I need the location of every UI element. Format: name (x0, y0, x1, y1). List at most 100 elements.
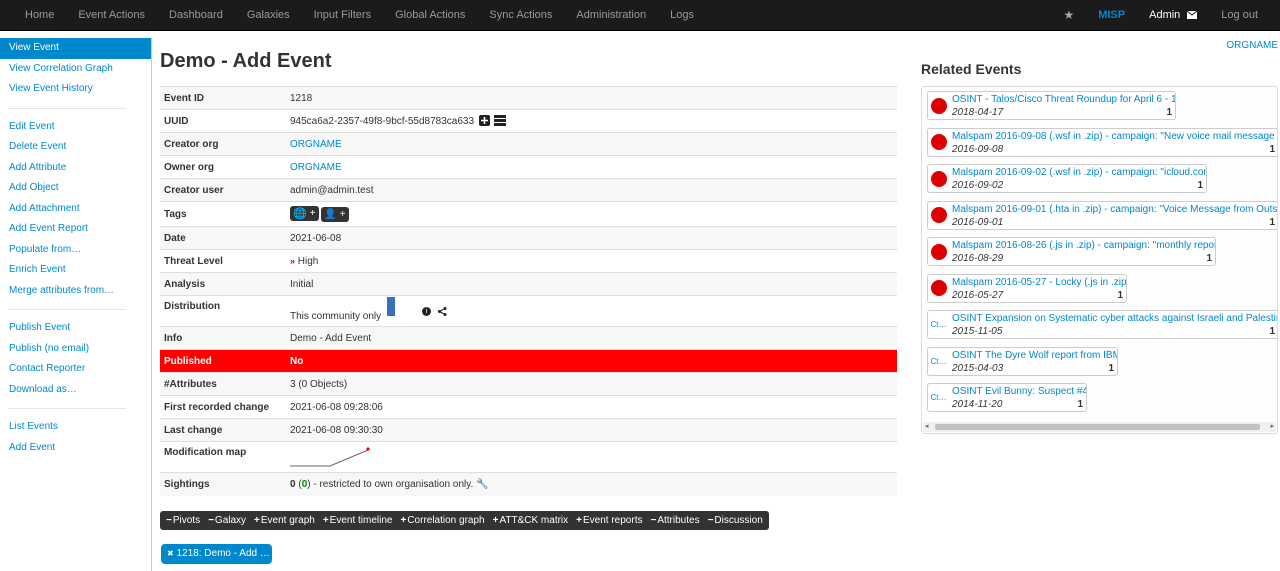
related-event-count: 1 (1077, 399, 1083, 410)
row-analysis: Analysis Initial (160, 272, 897, 296)
related-event-count: 1 (1117, 289, 1123, 301)
misp-brand-link[interactable]: MISP (1086, 9, 1137, 21)
user-menu[interactable]: Admin (1137, 9, 1209, 21)
related-event-title[interactable]: Malspam 2016-09-01 (.hta in .zip) - camp… (952, 203, 1277, 216)
toggle-sign: + (322, 515, 329, 526)
related-event-date: 2016-09-01 (952, 216, 1004, 228)
scroll-right-icon[interactable]: ▸ (1270, 422, 1274, 432)
sidebar-merge-attributes[interactable]: Merge attributes from… (0, 281, 151, 302)
toggle-attack-matrix-button[interactable]: +ATT&CK matrix (489, 515, 573, 526)
related-event-item[interactable]: Ct… OSINT Expansion on Systematic cyber a… (927, 310, 1277, 339)
related-event-item[interactable]: Ct… OSINT Evil Bunny: Suspect #4 2014-11-2… (927, 383, 1087, 412)
toggle-pivots-button[interactable]: −Pivots (162, 515, 204, 526)
creator-org-link[interactable]: ORGNAME (290, 139, 342, 150)
open-event-tab[interactable]: ✖ 1218: Demo - Add … (161, 544, 272, 564)
sidebar-add-event-report[interactable]: Add Event Report (0, 219, 151, 240)
org-name-link[interactable]: ORGNAME (1226, 40, 1278, 51)
sidebar-add-event[interactable]: Add Event (0, 438, 151, 459)
toggle-event-reports-button[interactable]: +Event reports (572, 515, 646, 526)
related-event-title[interactable]: Malspam 2016-09-02 (.wsf in .zip) - camp… (952, 166, 1206, 179)
toggle-discussion-button[interactable]: −Discussion (704, 515, 767, 526)
related-event-item[interactable]: Malspam 2016-05-27 - Locky (.js in .zip)… (927, 273, 1127, 303)
logout-link[interactable]: Log out (1209, 9, 1280, 21)
nav-logs[interactable]: Logs (658, 0, 706, 31)
sidebar-view-event[interactable]: View Event (0, 38, 151, 59)
user-icon: 👤 (324, 209, 337, 220)
uuid-value: 945ca6a2-2357-49f8-9bcf-55d8783ca633 (290, 116, 475, 127)
nav-global-actions[interactable]: Global Actions (383, 0, 477, 31)
related-event-count: 1 (1108, 362, 1114, 374)
owner-org-link[interactable]: ORGNAME (290, 162, 342, 173)
toggle-event-graph-button[interactable]: +Event graph (250, 515, 319, 526)
related-event-date: 2016-09-08 (952, 143, 1004, 155)
creator-user-label: Creator user (164, 184, 224, 196)
modification-sparkline (290, 446, 370, 466)
sidebar-enrich-event[interactable]: Enrich Event (0, 260, 151, 281)
nav-dashboard[interactable]: Dashboard (157, 0, 235, 31)
row-threat-level: Threat Level » High (160, 249, 897, 273)
related-event-item[interactable]: Malspam 2016-08-26 (.js in .zip) - campa… (927, 237, 1216, 266)
row-creator-user: Creator user admin@admin.test (160, 178, 897, 202)
row-published: Published No (160, 349, 897, 373)
toggle-event-timeline-button[interactable]: +Event timeline (319, 515, 397, 526)
related-event-title[interactable]: Malspam 2016-08-26 (.js in .zip) - campa… (952, 239, 1215, 252)
related-event-item[interactable]: Ct… OSINT The Dyre Wolf report from IBM 20… (927, 346, 1118, 376)
related-event-title[interactable]: Malspam 2016-09-08 (.wsf in .zip) - camp… (952, 130, 1277, 143)
horizontal-scrollbar[interactable]: ◂ ▸ (923, 422, 1276, 432)
related-event-title[interactable]: OSINT Evil Bunny: Suspect #4 (952, 385, 1086, 398)
info-circle-icon[interactable]: i (422, 307, 431, 316)
star-icon[interactable]: ★ (1051, 8, 1086, 22)
related-event-title[interactable]: OSINT - Talos/Cisco Threat Roundup for A… (952, 93, 1175, 106)
toggle-label: Correlation graph (407, 515, 485, 526)
related-event-item[interactable]: OSINT - Talos/Cisco Threat Roundup for A… (927, 91, 1176, 120)
related-event-item[interactable]: Malspam 2016-09-02 (.wsf in .zip) - camp… (927, 164, 1207, 193)
nav-administration[interactable]: Administration (564, 0, 658, 31)
related-event-title[interactable]: OSINT The Dyre Wolf report from IBM (952, 349, 1117, 362)
row-distribution: Distribution This community only i (160, 295, 897, 327)
scroll-left-icon[interactable]: ◂ (925, 422, 929, 432)
related-event-item[interactable]: Malspam 2016-09-01 (.hta in .zip) - camp… (927, 200, 1277, 230)
nav-sync-actions[interactable]: Sync Actions (477, 0, 564, 31)
sidebar-publish-no-email[interactable]: Publish (no email) (0, 339, 151, 360)
attribute-count-label: #Attributes (164, 378, 217, 390)
row-info: Info Demo - Add Event (160, 326, 897, 350)
toggle-galaxy-button[interactable]: −Galaxy (204, 515, 250, 526)
add-global-tag-button[interactable]: 🌐 + (290, 206, 319, 221)
sidebar-delete-event[interactable]: Delete Event (0, 137, 151, 158)
globe-icon: 🌐 (293, 208, 307, 220)
event-id-label: Event ID (164, 92, 205, 104)
related-event-title[interactable]: OSINT Expansion on Systematic cyber atta… (952, 312, 1277, 325)
sidebar-add-attribute[interactable]: Add Attribute (0, 158, 151, 179)
row-creator-org: Creator org ORGNAME (160, 132, 897, 156)
share-icon[interactable] (438, 307, 447, 316)
nav-event-actions[interactable]: Event Actions (66, 0, 157, 31)
nav-input-filters[interactable]: Input Filters (302, 0, 383, 31)
sidebar-publish-event[interactable]: Publish Event (0, 318, 151, 339)
sidebar-add-object[interactable]: Add Object (0, 178, 151, 199)
sidebar-view-event-history[interactable]: View Event History (0, 79, 151, 100)
related-event-body: Malspam 2016-05-27 - Locky (.js in .zip)… (949, 275, 1126, 302)
nav-galaxies[interactable]: Galaxies (235, 0, 302, 31)
sidebar-list-events[interactable]: List Events (0, 417, 151, 438)
scrollbar-thumb[interactable] (935, 424, 1260, 430)
toggle-correlation-graph-button[interactable]: +Correlation graph (396, 515, 488, 526)
sidebar-view-correlation-graph[interactable]: View Correlation Graph (0, 59, 151, 80)
server-icon[interactable] (493, 115, 506, 126)
date-value: 2021-06-08 (290, 232, 342, 244)
org-logo-icon (930, 170, 947, 187)
toggle-sign: − (166, 515, 172, 526)
sidebar-edit-event[interactable]: Edit Event (0, 117, 151, 138)
related-event-item[interactable]: Malspam 2016-09-08 (.wsf in .zip) - camp… (927, 127, 1277, 157)
wrench-icon[interactable]: 🔧 (476, 479, 488, 490)
sidebar-download-as[interactable]: Download as… (0, 380, 151, 401)
sidebar-add-attachment[interactable]: Add Attachment (0, 199, 151, 220)
related-event-title[interactable]: Malspam 2016-05-27 - Locky (.js in .zip) (952, 276, 1126, 289)
sidebar-populate-from[interactable]: Populate from… (0, 240, 151, 261)
toggle-attributes-button[interactable]: −Attributes (646, 515, 703, 526)
nav-home[interactable]: Home (13, 0, 66, 31)
org-logo-icon (930, 207, 947, 223)
sidebar-contact-reporter[interactable]: Contact Reporter (0, 359, 151, 380)
plus-square-icon[interactable] (478, 115, 490, 126)
add-local-tag-button[interactable]: 👤 + (321, 207, 349, 222)
close-icon[interactable]: ✖ (167, 549, 174, 558)
